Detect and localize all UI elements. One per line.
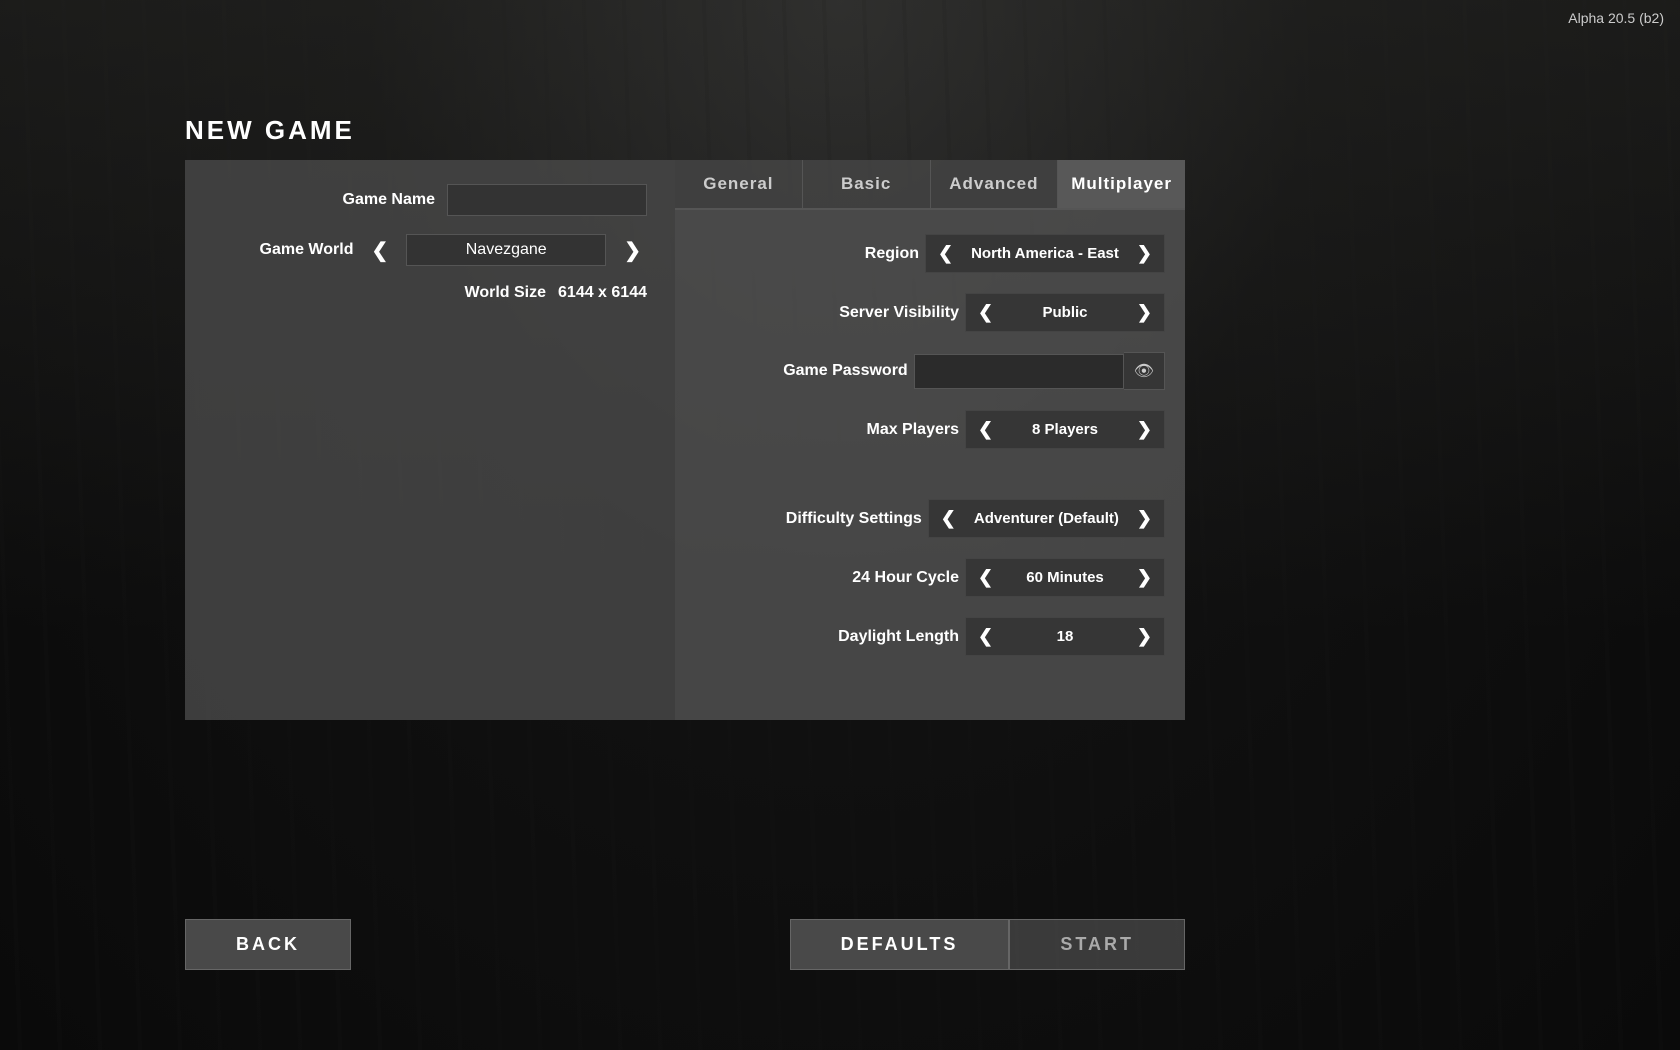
region-row: Region ❮ North America - East ❯ — [695, 234, 1165, 273]
game-name-label: Game Name — [325, 191, 435, 209]
difficulty-prev-button[interactable]: ❮ — [929, 500, 968, 537]
tab-general[interactable]: General — [675, 160, 803, 208]
game-password-row: Game Password 👁 — [695, 352, 1165, 390]
server-visibility-control: ❮ Public ❯ — [965, 293, 1165, 332]
max-players-prev-button[interactable]: ❮ — [966, 411, 1005, 448]
right-panel: General Basic Advanced Multiplayer Regio… — [675, 160, 1185, 720]
cycle-label: 24 Hour Cycle — [852, 569, 959, 587]
game-name-input[interactable] — [447, 184, 647, 216]
daylight-control: ❮ 18 ❯ — [965, 617, 1165, 656]
daylight-label: Daylight Length — [838, 628, 959, 646]
game-world-prev-button[interactable]: ❮ — [365, 236, 394, 265]
server-visibility-next-button[interactable]: ❯ — [1125, 294, 1164, 331]
max-players-next-button[interactable]: ❯ — [1125, 411, 1164, 448]
max-players-label: Max Players — [866, 421, 959, 439]
world-size-value: 6144 x 6144 — [558, 284, 647, 302]
page-title: NEW GAME — [185, 115, 1185, 146]
right-content: Region ❮ North America - East ❯ Server V… — [675, 210, 1185, 680]
main-container: NEW GAME Game Name Game World ❮ Navezgan… — [185, 115, 1185, 720]
version-label: Alpha 20.5 (b2) — [1568, 10, 1664, 26]
bottom-right-buttons: DEFAULTS START — [790, 919, 1185, 970]
region-value: North America - East — [965, 237, 1125, 270]
game-password-label: Game Password — [783, 362, 908, 380]
back-button[interactable]: BACK — [185, 919, 351, 970]
start-button[interactable]: START — [1009, 919, 1185, 970]
daylight-next-button[interactable]: ❯ — [1125, 618, 1164, 655]
difficulty-label: Difficulty Settings — [786, 510, 922, 528]
game-world-next-button[interactable]: ❯ — [618, 236, 647, 265]
daylight-row: Daylight Length ❮ 18 ❯ — [695, 617, 1165, 656]
max-players-control: ❮ 8 Players ❯ — [965, 410, 1165, 449]
region-next-button[interactable]: ❯ — [1125, 235, 1164, 272]
tab-multiplayer[interactable]: Multiplayer — [1058, 160, 1185, 208]
max-players-value: 8 Players — [1005, 413, 1125, 446]
server-visibility-prev-button[interactable]: ❮ — [966, 294, 1005, 331]
cycle-control: ❮ 60 Minutes ❯ — [965, 558, 1165, 597]
daylight-value: 18 — [1005, 620, 1125, 653]
cycle-next-button[interactable]: ❯ — [1125, 559, 1164, 596]
difficulty-value: Adventurer (Default) — [968, 502, 1125, 535]
defaults-button[interactable]: DEFAULTS — [790, 919, 1010, 970]
server-visibility-value: Public — [1005, 296, 1125, 329]
game-name-row: Game Name — [213, 184, 647, 216]
region-prev-button[interactable]: ❮ — [926, 235, 965, 272]
tab-advanced[interactable]: Advanced — [931, 160, 1059, 208]
world-size-label: World Size — [436, 284, 546, 302]
cycle-row: 24 Hour Cycle ❮ 60 Minutes ❯ — [695, 558, 1165, 597]
tabs: General Basic Advanced Multiplayer — [675, 160, 1185, 210]
server-visibility-row: Server Visibility ❮ Public ❯ — [695, 293, 1165, 332]
left-panel: Game Name Game World ❮ Navezgane ❯ World… — [185, 160, 675, 720]
game-world-value: Navezgane — [406, 234, 606, 266]
tab-basic[interactable]: Basic — [803, 160, 931, 208]
difficulty-next-button[interactable]: ❯ — [1125, 500, 1164, 537]
password-visibility-button[interactable]: 👁 — [1124, 352, 1165, 390]
game-world-row: Game World ❮ Navezgane ❯ — [213, 234, 647, 266]
world-size-row: World Size 6144 x 6144 — [213, 284, 647, 302]
difficulty-control: ❮ Adventurer (Default) ❯ — [928, 499, 1165, 538]
game-password-input[interactable] — [914, 354, 1124, 389]
difficulty-row: Difficulty Settings ❮ Adventurer (Defaul… — [695, 499, 1165, 538]
region-control: ❮ North America - East ❯ — [925, 234, 1165, 273]
game-world-label: Game World — [243, 241, 353, 259]
server-visibility-label: Server Visibility — [839, 304, 959, 322]
daylight-prev-button[interactable]: ❮ — [966, 618, 1005, 655]
cycle-value: 60 Minutes — [1005, 561, 1125, 594]
cycle-prev-button[interactable]: ❮ — [966, 559, 1005, 596]
bottom-bar: BACK DEFAULTS START — [185, 919, 1185, 970]
panels: Game Name Game World ❮ Navezgane ❯ World… — [185, 160, 1185, 720]
max-players-row: Max Players ❮ 8 Players ❯ — [695, 410, 1165, 449]
region-label: Region — [865, 245, 919, 263]
